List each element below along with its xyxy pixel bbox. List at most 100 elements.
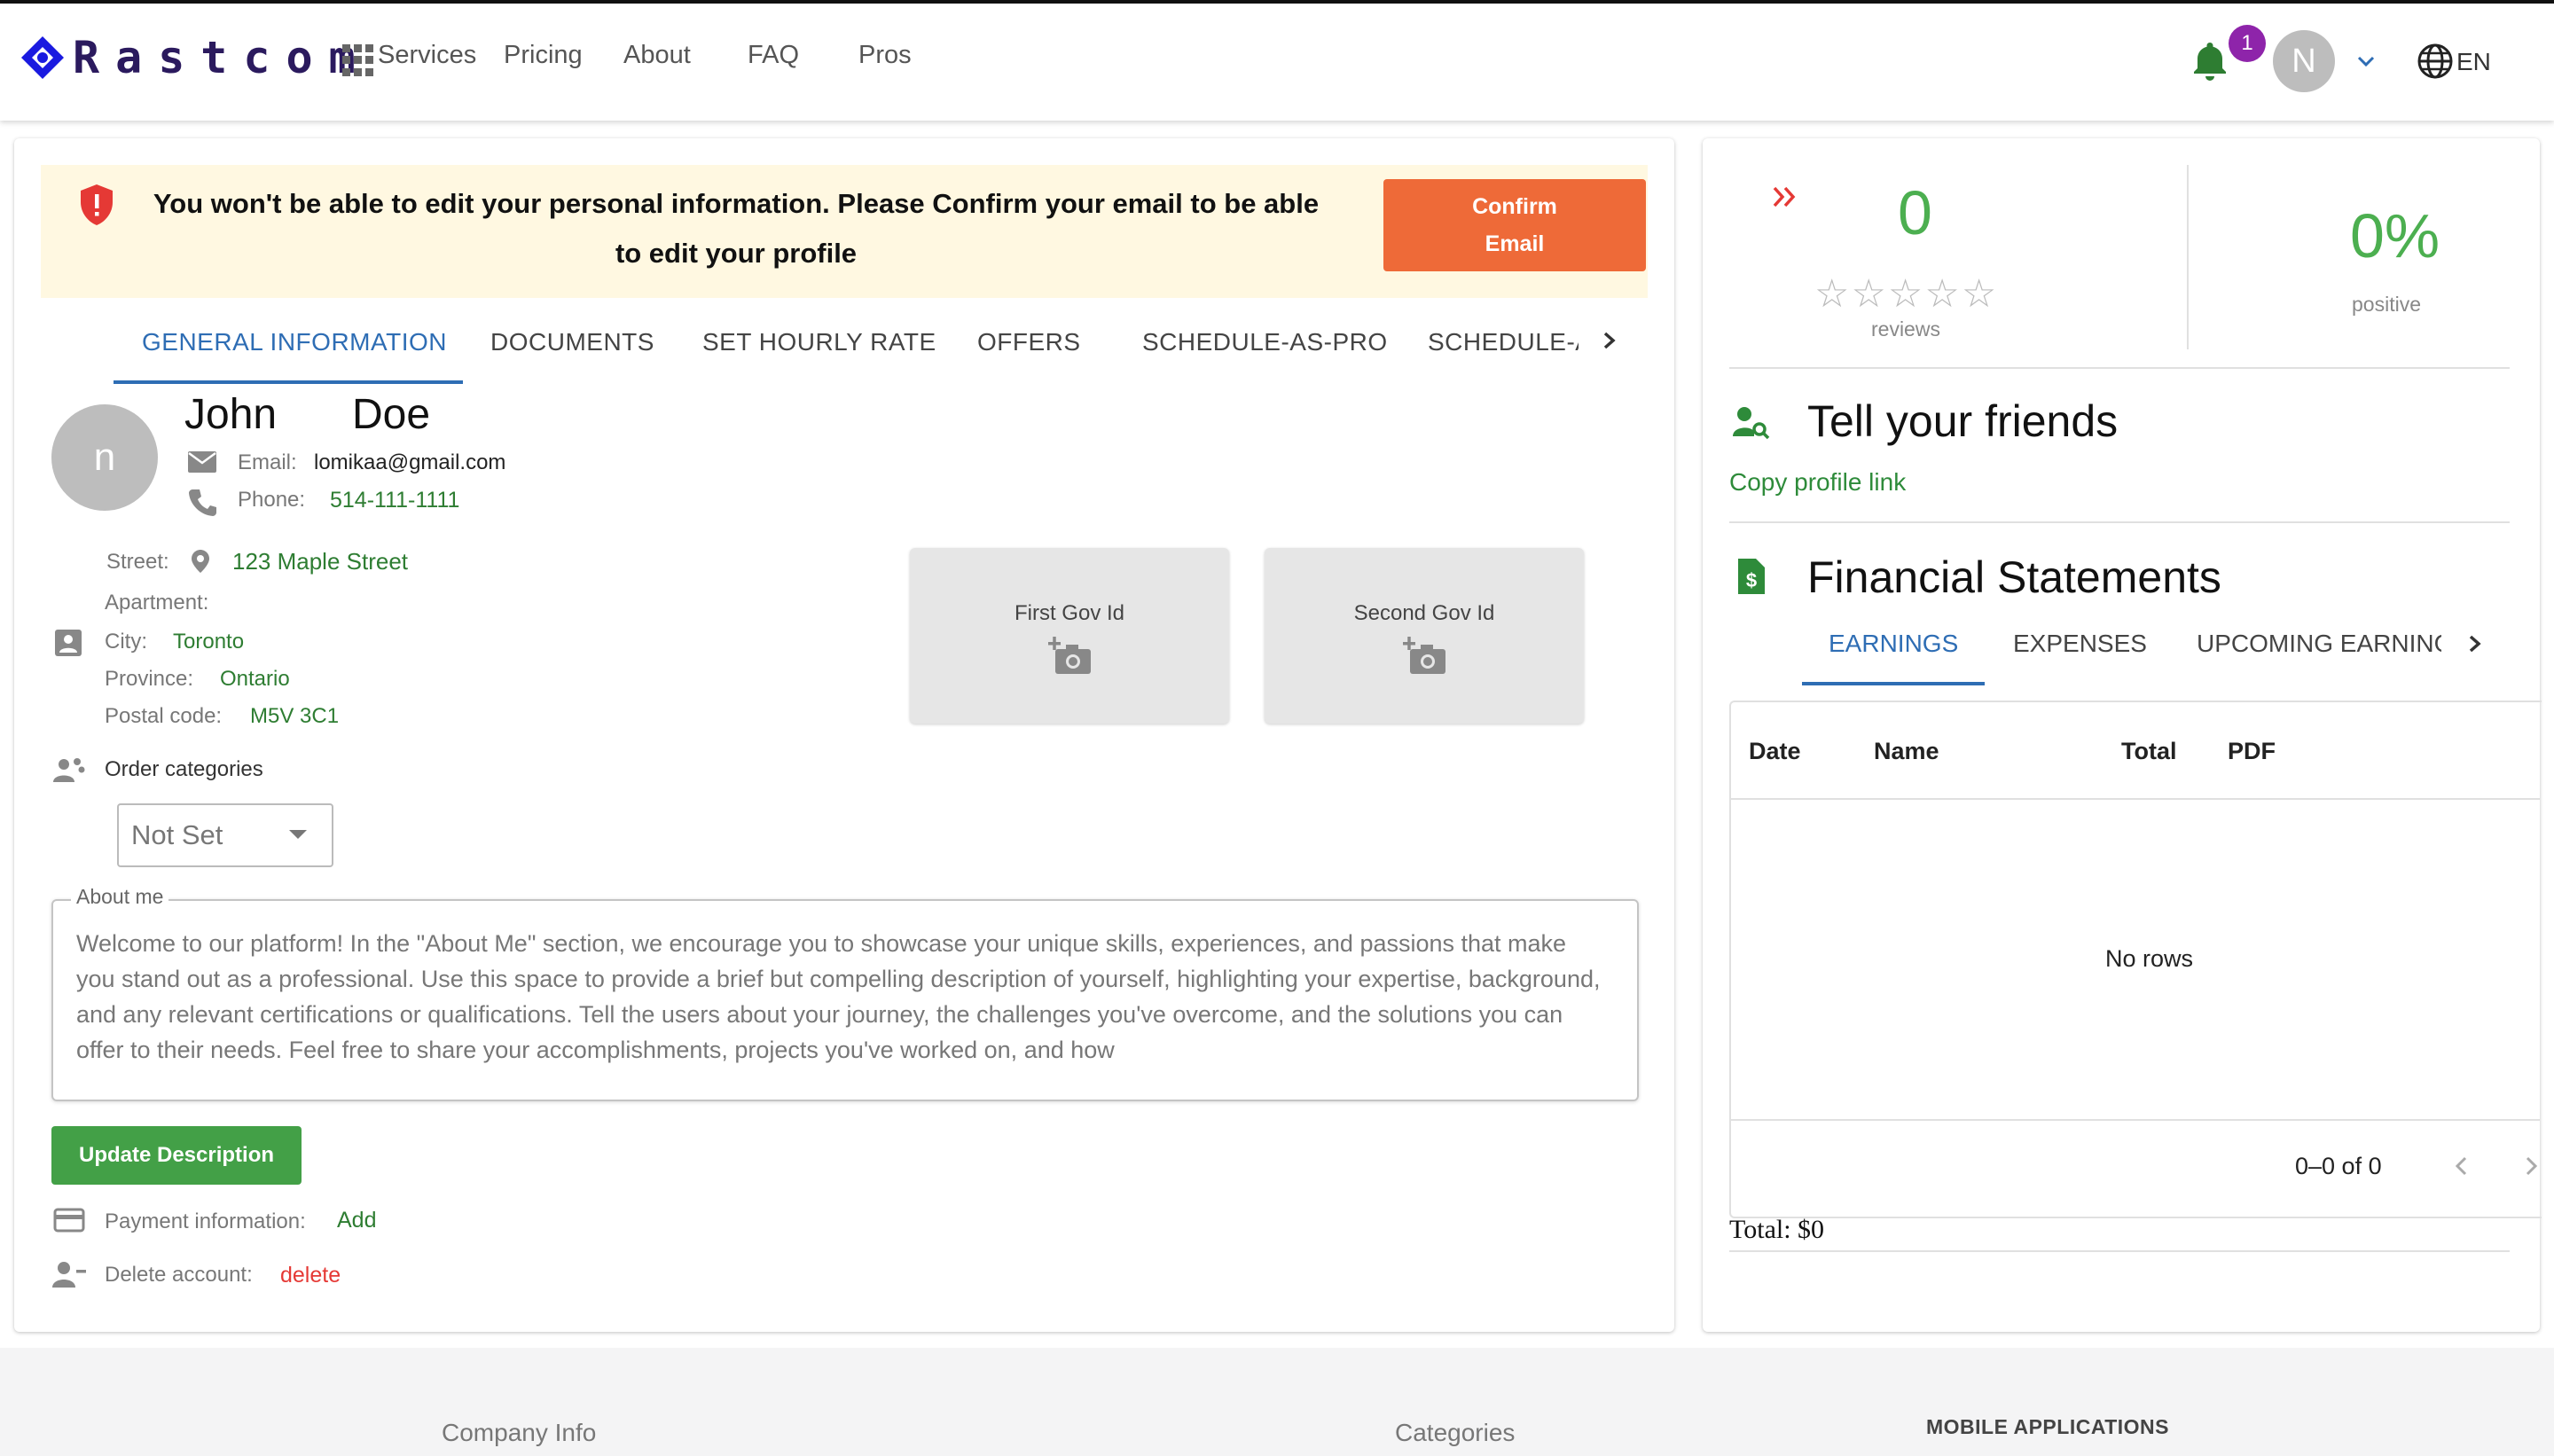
delete-account-link[interactable]: delete [280, 1263, 341, 1288]
receipt-dollar-icon: $ [1738, 559, 1765, 594]
prev-page-icon[interactable] [2451, 1153, 2472, 1179]
logo-mark-icon [21, 36, 64, 79]
footer-mobile-apps-heading: MOBILE APPLICATIONS [1926, 1415, 2169, 1438]
apartment-label: Apartment: [105, 591, 209, 614]
tab-earnings[interactable]: EARNINGS [1829, 630, 1958, 658]
notification-bell-icon[interactable] [2190, 39, 2229, 83]
email-label: Email: [238, 450, 297, 474]
table-footer-divider [1731, 1119, 2540, 1121]
reviews-label: reviews [1871, 317, 1940, 341]
first-gov-id-label: First Gov Id [1014, 601, 1125, 625]
chevron-right-icon[interactable] [1596, 325, 1623, 356]
add-photo-icon [1048, 637, 1091, 674]
phone-icon [189, 489, 216, 516]
contact-card-icon [55, 630, 82, 656]
apps-grid-icon[interactable] [342, 44, 374, 76]
credit-card-icon [53, 1208, 85, 1233]
profile-avatar[interactable]: n [51, 404, 158, 511]
nav-pros[interactable]: Pros [858, 41, 912, 70]
chevron-right-icon[interactable] [2462, 628, 2488, 660]
tab-expenses[interactable]: EXPENSES [2013, 630, 2147, 658]
province-label: Province: [105, 667, 194, 691]
tab-schedule-truncated[interactable]: SCHEDULE-A [1428, 328, 1579, 356]
dropdown-caret-icon [289, 830, 307, 839]
delete-account-label: Delete account: [105, 1263, 253, 1287]
person-search-icon [1733, 407, 1770, 440]
postal-code-label: Postal code: [105, 704, 223, 728]
earnings-total: Total: $0 [1729, 1215, 1825, 1244]
star-empty-icon: ☆ [1924, 272, 1960, 316]
payment-info-label: Payment information: [105, 1209, 306, 1233]
last-name: Doe [352, 391, 431, 438]
no-rows-message: No rows [2105, 945, 2194, 972]
divider [1729, 367, 2510, 369]
email-value: lomikaa@gmail.com [314, 450, 506, 474]
about-me-text[interactable]: Welcome to our platform! In the "About M… [76, 926, 1610, 1068]
street-label: Street: [106, 550, 169, 574]
tab-schedule-as-pro[interactable]: SCHEDULE-AS-PRO [1142, 328, 1388, 356]
first-name: John [184, 391, 278, 438]
tab-general-information[interactable]: GENERAL INFORMATION [142, 328, 447, 356]
person-remove-icon [52, 1262, 86, 1288]
star-empty-icon: ☆ [1851, 272, 1886, 316]
double-chevron-right-icon [1773, 186, 1796, 207]
order-categories-select[interactable]: Not Set [117, 803, 333, 867]
divider [1729, 1250, 2510, 1252]
star-empty-icon: ☆ [1961, 272, 1997, 316]
nav-services[interactable]: Services [378, 41, 476, 70]
next-page-icon[interactable] [2520, 1153, 2542, 1179]
order-categories-value: Not Set [131, 819, 223, 850]
phone-label: Phone: [238, 488, 306, 512]
user-avatar[interactable]: N [2273, 30, 2335, 92]
street-value: 123 Maple Street [232, 548, 409, 575]
confirm-email-button[interactable]: Confirm Email [1383, 179, 1646, 271]
location-pin-icon [192, 550, 209, 573]
postal-code-value: M5V 3C1 [250, 704, 340, 728]
tab-offers[interactable]: OFFERS [977, 328, 1081, 356]
city-value: Toronto [173, 630, 245, 654]
province-value: Ontario [220, 667, 290, 691]
tab-upcoming-earnings[interactable]: UPCOMING EARNING [2197, 630, 2441, 658]
update-description-button[interactable]: Update Description [51, 1126, 302, 1185]
about-me-legend: About me [71, 885, 169, 909]
tab-documents[interactable]: DOCUMENTS [490, 328, 654, 356]
tell-friends-title: Tell your friends [1807, 396, 2119, 446]
globe-icon[interactable] [2417, 43, 2454, 80]
positive-percentage: 0% [2350, 201, 2440, 270]
positive-label: positive [2352, 293, 2421, 316]
rating-stars: ☆☆☆☆☆ [1814, 271, 1998, 317]
column-header-name[interactable]: Name [1874, 738, 1939, 765]
email-icon [188, 451, 216, 473]
table-header-divider [1731, 798, 2540, 800]
reviews-count: 0 [1898, 178, 1932, 247]
phone-value[interactable]: 514-111-1111 [330, 488, 459, 513]
star-empty-icon: ☆ [1814, 272, 1850, 316]
financial-statements-title: Financial Statements [1807, 552, 2221, 602]
city-label: City: [105, 630, 147, 654]
nav-pricing[interactable]: Pricing [504, 41, 583, 70]
language-selector[interactable]: EN [2456, 48, 2491, 76]
star-empty-icon: ☆ [1887, 272, 1923, 316]
payment-add-link[interactable]: Add [337, 1208, 376, 1233]
footer-categories-heading: Categories [1395, 1419, 1516, 1446]
first-gov-id-upload[interactable]: First Gov Id [910, 548, 1229, 724]
nav-faq[interactable]: FAQ [748, 41, 799, 70]
second-gov-id-upload[interactable]: Second Gov Id [1265, 548, 1584, 724]
divider [1729, 521, 2510, 523]
pagination-info: 0–0 of 0 [2295, 1153, 2382, 1179]
column-header-date[interactable]: Date [1749, 738, 1801, 765]
tab-set-hourly-rate[interactable]: SET HOURLY RATE [702, 328, 936, 356]
column-header-total[interactable]: Total [2121, 738, 2177, 765]
shield-alert-icon [81, 184, 113, 225]
tab-indicator [114, 380, 463, 384]
second-gov-id-label: Second Gov Id [1353, 601, 1495, 625]
copy-profile-link[interactable]: Copy profile link [1729, 468, 1906, 497]
logo-wordmark: Rastcom [73, 32, 372, 83]
order-categories-label: Order categories [105, 757, 263, 781]
chevron-down-icon[interactable] [2353, 48, 2379, 74]
nav-about[interactable]: About [623, 41, 691, 70]
column-header-pdf[interactable]: PDF [2228, 738, 2276, 765]
confirm-email-label: Confirm Email [1472, 194, 1557, 256]
group-icon [53, 758, 85, 782]
logo[interactable]: Rastcom [20, 27, 372, 89]
